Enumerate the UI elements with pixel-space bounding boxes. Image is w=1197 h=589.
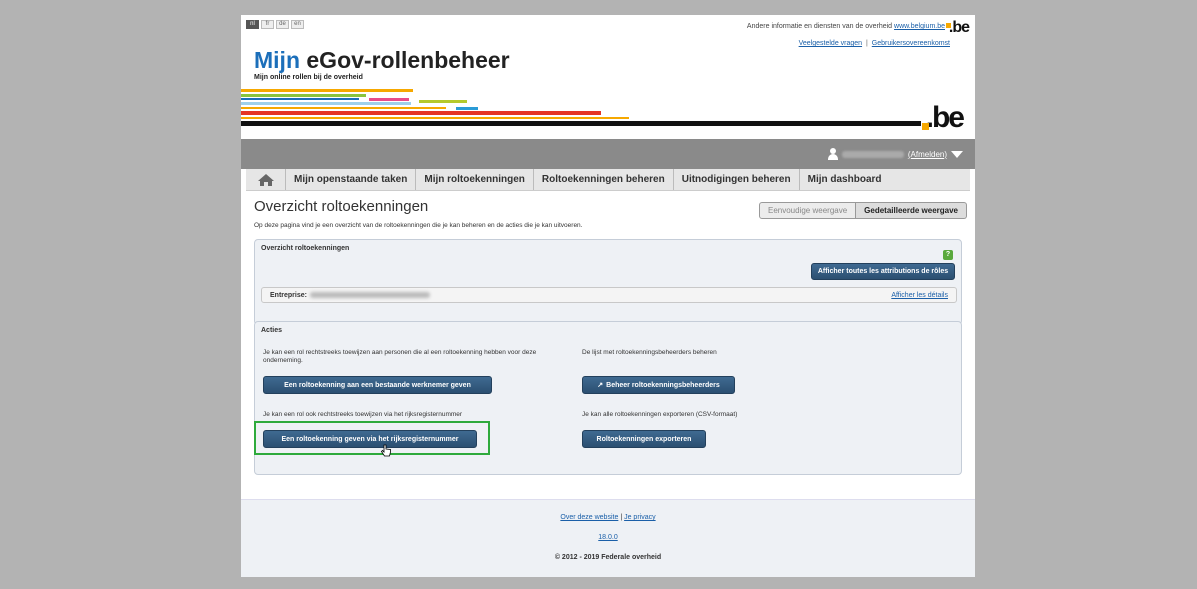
page-intro: Op deze pagina vind je een overzicht van…: [254, 222, 583, 229]
main-navigation: Mijn openstaande taken Mijn roltoekennin…: [246, 169, 970, 191]
action-text-managers: De lijst met roltoekenningsbeheerders be…: [582, 349, 717, 356]
nav-dashboard[interactable]: Mijn dashboard: [800, 169, 890, 190]
top-links-separator: |: [866, 40, 868, 47]
detailed-view-button[interactable]: Gedetailleerde weergave: [856, 202, 967, 219]
lang-fr[interactable]: fr: [261, 20, 274, 29]
site-title: Mijn eGov-rollenbeheer: [254, 47, 510, 74]
logout-link[interactable]: (Afmelden): [908, 150, 947, 159]
action-text-export: Je kan alle roltoekenningen exporteren (…: [582, 411, 738, 418]
privacy-link[interactable]: Je privacy: [624, 514, 656, 521]
page-container: nl fr de en Andere informatie en dienste…: [241, 15, 975, 577]
site-title-rest: eGov-rollenbeheer: [300, 47, 510, 73]
highlight-box: [254, 421, 490, 455]
government-info: Andere informatie en diensten van de ove…: [747, 23, 945, 30]
government-info-text: Andere informatie en diensten van de ove…: [746, 23, 893, 30]
home-icon[interactable]: [246, 169, 286, 190]
terms-link[interactable]: Gebruikersovereenkomst: [872, 40, 950, 47]
lang-de[interactable]: de: [276, 20, 289, 29]
nav-manage-invitations[interactable]: Uitnodigingen beheren: [674, 169, 800, 190]
export-assignments-button[interactable]: Roltoekenningen exporteren: [582, 430, 706, 448]
user-icon: [827, 148, 838, 160]
assign-existing-employee-button[interactable]: Een roltoekenning aan een bestaande werk…: [263, 376, 492, 394]
lang-nl[interactable]: nl: [246, 20, 259, 29]
copyright: © 2012 - 2019 Federale overheid: [554, 554, 662, 561]
footer: Over deze website | Je privacy 18.0.0 © …: [241, 499, 975, 577]
header-color-stripes: [241, 89, 921, 126]
enterprise-name-blurred: [309, 292, 430, 298]
simple-view-button[interactable]: Eenvoudige weergave: [759, 202, 857, 219]
about-website-link[interactable]: Over deze website: [560, 514, 618, 521]
nav-my-role-assignments[interactable]: Mijn roltoekenningen: [416, 169, 534, 190]
belgium-link[interactable]: www.belgium.be: [894, 23, 945, 30]
lang-en[interactable]: en: [291, 20, 304, 29]
overview-panel: Overzicht roltoekenningen ? Afficher tou…: [254, 239, 962, 325]
overview-panel-title: Overzicht roltoekenningen: [261, 245, 350, 252]
user-menu[interactable]: (Afmelden): [827, 148, 963, 160]
hand-cursor-icon: [381, 444, 391, 457]
manage-assignment-managers-label: Beheer roltoekenningsbeheerders: [606, 381, 720, 389]
view-toggle: Eenvoudige weergave Gedetailleerde weerg…: [759, 202, 967, 219]
footer-version: 18.0.0: [241, 534, 975, 541]
site-subtitle: Mijn online rollen bij de overheid: [254, 74, 363, 81]
action-text-existing-employee: Je kan een rol rechtstreeks toewijzen aa…: [263, 349, 537, 364]
nav-manage-role-assignments[interactable]: Roltoekenningen beheren: [534, 169, 674, 190]
user-bar: (Afmelden): [241, 139, 975, 169]
page-title: Overzicht roltoekenningen: [254, 198, 429, 215]
action-text-national-number: Je kan een rol ook rechtstreeks toewijze…: [263, 411, 463, 418]
version-link[interactable]: 18.0.0: [598, 534, 617, 541]
show-all-assignments-button[interactable]: Afficher toutes les attributions de rôle…: [811, 263, 955, 280]
nav-open-tasks[interactable]: Mijn openstaande taken: [286, 169, 417, 190]
be-logo-large: .be: [921, 101, 965, 134]
enterprise-row: Entreprise: Afficher les détails: [261, 287, 957, 303]
external-link-icon: ↗: [597, 382, 604, 389]
faq-link[interactable]: Veelgestelde vragen: [799, 40, 862, 47]
user-name-blurred: [841, 150, 904, 158]
enterprise-label: Entreprise:: [270, 291, 307, 299]
chevron-down-icon[interactable]: [951, 150, 963, 158]
top-links: Veelgestelde vragen | Gebruikersovereenk…: [799, 40, 950, 47]
show-details-link[interactable]: Afficher les détails: [891, 292, 948, 299]
manage-assignment-managers-button[interactable]: ↗ Beheer roltoekenningsbeheerders: [582, 376, 735, 394]
footer-links: Over deze website | Je privacy: [241, 514, 975, 521]
footer-separator: |: [620, 514, 623, 521]
help-icon[interactable]: ?: [943, 250, 953, 260]
language-selector: nl fr de en: [246, 20, 304, 29]
be-logo-small[interactable]: .be: [945, 19, 970, 37]
actions-panel-title: Acties: [261, 327, 283, 334]
site-title-mijn: Mijn: [254, 47, 300, 73]
